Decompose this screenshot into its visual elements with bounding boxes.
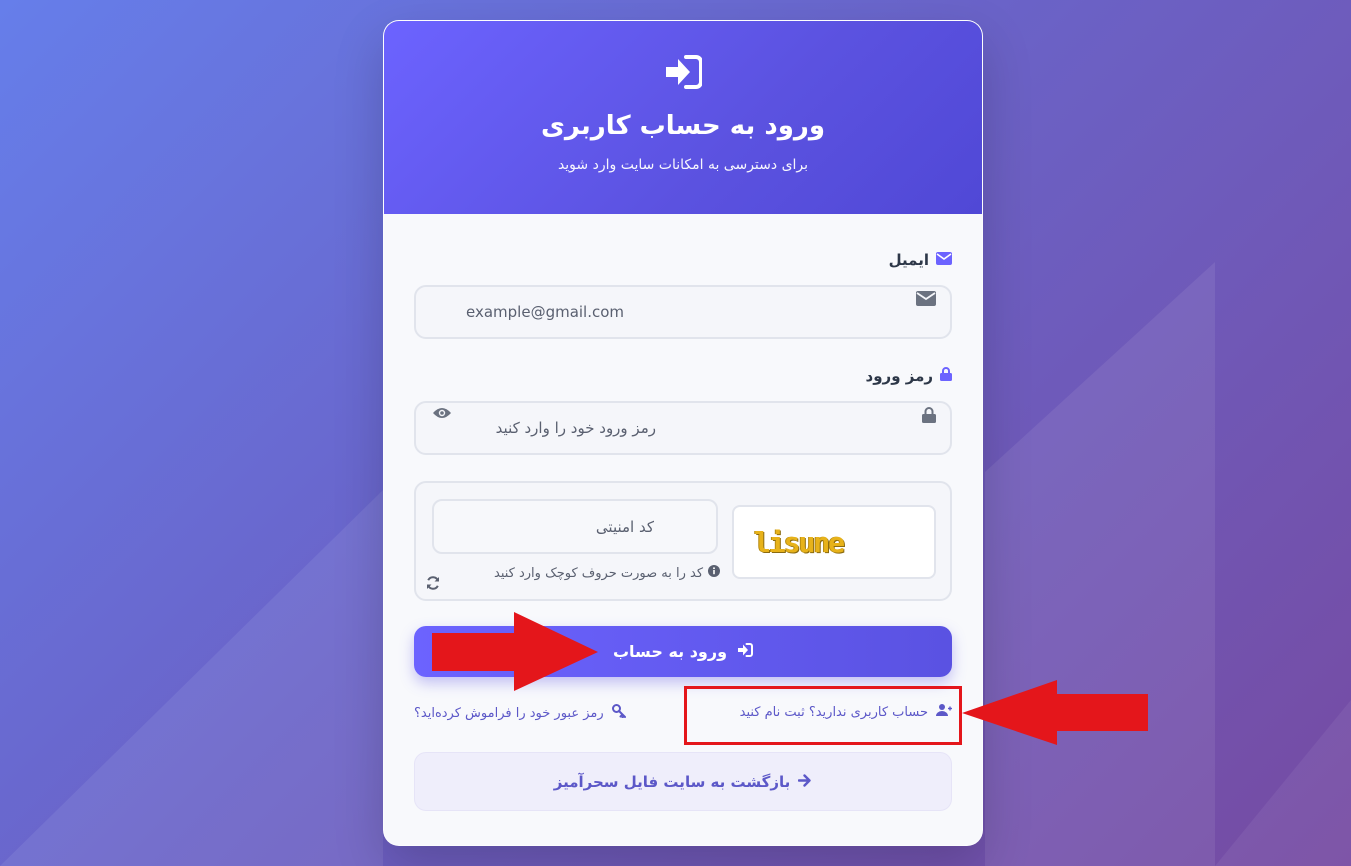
register-link[interactable]: حساب کاربری ندارید؟ ثبت نام کنید (740, 704, 952, 720)
lock-icon (940, 367, 952, 385)
captcha-text: lisune (754, 525, 845, 559)
password-label: رمز ورود (866, 367, 952, 385)
email-field[interactable] (414, 285, 952, 339)
back-label: بازگشت به سایت فایل سحرآمیز (553, 772, 791, 791)
captcha-hint-text: کد را به صورت حروف کوچک وارد کنید (494, 565, 704, 581)
email-input[interactable] (466, 287, 906, 337)
captcha-hint: کد را به صورت حروف کوچک وارد کنید (494, 565, 721, 581)
captcha-input[interactable] (484, 501, 654, 552)
email-label-text: ایمیل (888, 251, 929, 269)
login-submit-button[interactable]: ورود به حساب (414, 626, 952, 677)
background-shape (985, 262, 1215, 866)
key-icon (611, 704, 626, 722)
card-header: ورود به حساب کاربری برای دسترسی به امکان… (384, 21, 982, 214)
page-subtitle: برای دسترسی به امکانات سایت وارد شوید (557, 157, 809, 173)
captcha-field[interactable] (432, 499, 718, 554)
submit-label: ورود به حساب (612, 642, 728, 661)
lock-icon (922, 407, 936, 427)
sign-in-icon (737, 642, 754, 661)
captcha-section: lisune کد را به صورت حروف کوچک وارد کنید (414, 481, 952, 601)
annotation-arrow-left (962, 680, 1148, 745)
sign-in-icon (384, 21, 982, 91)
arrow-right-icon (798, 773, 812, 791)
background-shape (1215, 700, 1351, 866)
password-label-text: رمز ورود (865, 367, 933, 385)
eye-icon[interactable] (432, 405, 452, 424)
back-to-site-button[interactable]: بازگشت به سایت فایل سحرآمیز (414, 752, 952, 811)
password-input[interactable] (456, 403, 656, 453)
refresh-icon[interactable] (426, 575, 440, 594)
background-shape (0, 490, 383, 866)
user-plus-icon (936, 704, 952, 720)
register-link-text: حساب کاربری ندارید؟ ثبت نام کنید (739, 704, 928, 720)
info-icon (708, 565, 721, 581)
envelope-icon (936, 251, 952, 269)
login-card: ورود به حساب کاربری برای دسترسی به امکان… (383, 20, 983, 846)
captcha-image: lisune (732, 505, 936, 579)
page-title: ورود به حساب کاربری (540, 111, 826, 141)
envelope-icon (916, 291, 936, 310)
password-field[interactable] (414, 401, 952, 455)
email-label: ایمیل (889, 251, 952, 269)
forgot-link-text: رمز عبور خود را فراموش کرده‌اید؟ (414, 705, 604, 721)
forgot-password-link[interactable]: رمز عبور خود را فراموش کرده‌اید؟ (414, 704, 626, 722)
